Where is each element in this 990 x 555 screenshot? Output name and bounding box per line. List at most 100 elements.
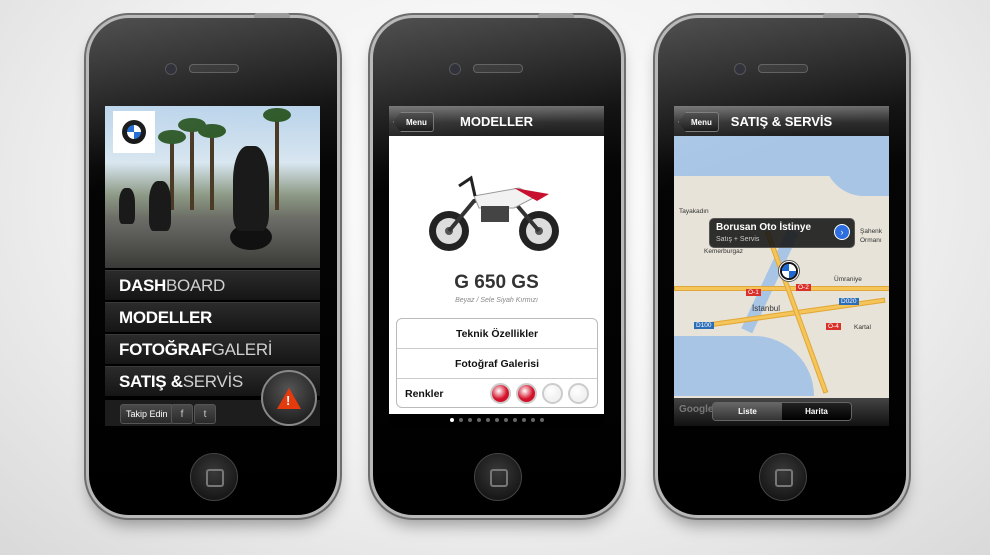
- map-label: Kemerburgaz: [704, 248, 744, 255]
- phone-sales: Menu SATIŞ & SERVİS Tayakadın Kemerburga…: [658, 13, 906, 515]
- menu-label-bold: DASH: [119, 275, 166, 295]
- menu-label-light: BOARD: [165, 275, 225, 295]
- page-dot[interactable]: [494, 418, 499, 422]
- facebook-icon[interactable]: f: [171, 404, 193, 424]
- back-button[interactable]: Menu: [678, 112, 719, 132]
- page-dot[interactable]: [539, 418, 544, 422]
- page-dot[interactable]: [530, 418, 535, 422]
- photo-gallery-row[interactable]: Fotoğraf Galerisi: [397, 349, 597, 379]
- map-label: Kartal: [854, 324, 871, 331]
- highway: [674, 286, 889, 291]
- home-button[interactable]: [759, 453, 807, 501]
- map-label: Ümraniye: [834, 276, 862, 283]
- menu-label-bold: FOTOĞRAF: [119, 339, 212, 359]
- earpiece-speaker: [473, 64, 523, 73]
- disclosure-icon[interactable]: ›: [834, 224, 850, 240]
- rider: [149, 181, 171, 231]
- roadside-assistance-button[interactable]: !: [261, 370, 317, 426]
- phone-models: Menu MODELLER G 650 GS Beyaz / Sele Siya…: [373, 13, 621, 515]
- page-dot[interactable]: [458, 418, 463, 422]
- color-swatch[interactable]: [568, 383, 589, 404]
- nav-bar: Menu SATIŞ & SERVİS: [674, 106, 889, 136]
- map-label: Tayakadın: [679, 208, 709, 215]
- rider: [233, 146, 269, 231]
- page-dot[interactable]: [521, 418, 526, 422]
- menu-item-foto-galeri[interactable]: FOTOĞRAF GALERİ: [105, 334, 320, 364]
- page-dot[interactable]: [503, 418, 508, 422]
- color-swatch[interactable]: [542, 383, 563, 404]
- page-dot[interactable]: [467, 418, 472, 422]
- back-button[interactable]: Menu: [393, 112, 434, 132]
- callout-title: Borusan Oto İstinye: [716, 222, 812, 233]
- sea-area: [674, 336, 814, 396]
- page-dot[interactable]: [485, 418, 490, 422]
- warning-glyph: !: [286, 392, 291, 408]
- colors-row: Renkler: [397, 379, 597, 407]
- page-dot[interactable]: [512, 418, 517, 422]
- power-button: [823, 13, 859, 18]
- color-swatch[interactable]: [490, 383, 511, 404]
- hero-photo: [105, 106, 320, 268]
- rider: [119, 188, 135, 224]
- colors-label: Renkler: [405, 387, 444, 400]
- menu-label-light: SERVİS: [182, 371, 244, 391]
- front-camera: [734, 63, 746, 75]
- home-button[interactable]: [474, 453, 522, 501]
- dashboard-screen: DASH BOARD MODELLER FOTOĞRAF GALERİ SATIŞ…: [105, 106, 320, 426]
- menu-label-bold: SATIŞ &: [119, 371, 183, 391]
- page-dot[interactable]: [449, 418, 454, 422]
- motorcycle-image: [429, 175, 559, 251]
- page-indicator[interactable]: [389, 414, 604, 426]
- page-title: MODELLER: [460, 113, 533, 129]
- earpiece-speaker: [189, 64, 239, 73]
- road-badge: D100: [694, 322, 714, 329]
- model-name: G 650 GS: [454, 272, 539, 293]
- segment-harita[interactable]: Harita: [782, 403, 851, 420]
- menu-item-modeller[interactable]: MODELLER: [105, 302, 320, 332]
- callout-subtitle: Satış + Servis: [716, 236, 760, 243]
- menu-label-light: GALERİ: [211, 339, 273, 359]
- phone-dashboard: DASH BOARD MODELLER FOTOĞRAF GALERİ SATIŞ…: [89, 13, 337, 515]
- segment-liste[interactable]: Liste: [713, 403, 782, 420]
- color-swatches: [485, 383, 589, 404]
- warning-icon: !: [277, 387, 301, 409]
- model-color-description: Beyaz / Sele Siyah Kırmızı: [455, 297, 538, 304]
- color-swatch[interactable]: [516, 383, 537, 404]
- map-label: Ormanı: [860, 237, 882, 244]
- model-options-list: Teknik Özellikler Fotoğraf Galerisi Renk…: [396, 318, 598, 408]
- power-button: [538, 13, 574, 18]
- google-logo: Google: [679, 404, 714, 415]
- dealer-callout[interactable]: Borusan Oto İstinye Satış + Servis ›: [709, 218, 855, 248]
- map-label: İstanbul: [752, 304, 781, 313]
- sales-screen: Menu SATIŞ & SERVİS Tayakadın Kemerburga…: [674, 106, 889, 426]
- front-camera: [449, 63, 461, 75]
- follow-button[interactable]: Takip Edin: [120, 404, 174, 424]
- twitter-icon[interactable]: t: [194, 404, 216, 424]
- sea-area: [824, 136, 889, 196]
- view-segmented-control: Liste Harita: [712, 402, 852, 421]
- road-badge: O-4: [826, 323, 841, 330]
- map-label: Şahenk: [860, 228, 883, 235]
- front-camera: [165, 63, 177, 75]
- menu-item-dashboard[interactable]: DASH BOARD: [105, 270, 320, 300]
- page-title: SATIŞ & SERVİS: [730, 113, 833, 129]
- menu-label-bold: MODELLER: [119, 307, 212, 327]
- palm-tree: [198, 124, 226, 210]
- bmw-logo-icon: [122, 120, 146, 144]
- road-badge: D020: [839, 298, 859, 305]
- road-badge: O-1: [746, 289, 761, 296]
- power-button: [254, 13, 290, 18]
- map-view[interactable]: Tayakadın Kemerburgaz İstanbul Ümraniye …: [674, 136, 889, 426]
- road-badge: O-2: [796, 284, 811, 291]
- palm-tree: [178, 118, 206, 210]
- bmw-logo-box: [113, 111, 155, 153]
- models-screen: Menu MODELLER G 650 GS Beyaz / Sele Siya…: [389, 106, 604, 426]
- home-button[interactable]: [190, 453, 238, 501]
- palm-tree: [263, 108, 291, 210]
- nav-bar: Menu MODELLER: [389, 106, 604, 136]
- technical-specs-row[interactable]: Teknik Özellikler: [397, 319, 597, 349]
- page-dot[interactable]: [476, 418, 481, 422]
- bmw-dealer-pin-icon[interactable]: [778, 260, 800, 282]
- model-detail: G 650 GS Beyaz / Sele Siyah Kırmızı Tekn…: [389, 136, 604, 426]
- road: [105, 218, 320, 268]
